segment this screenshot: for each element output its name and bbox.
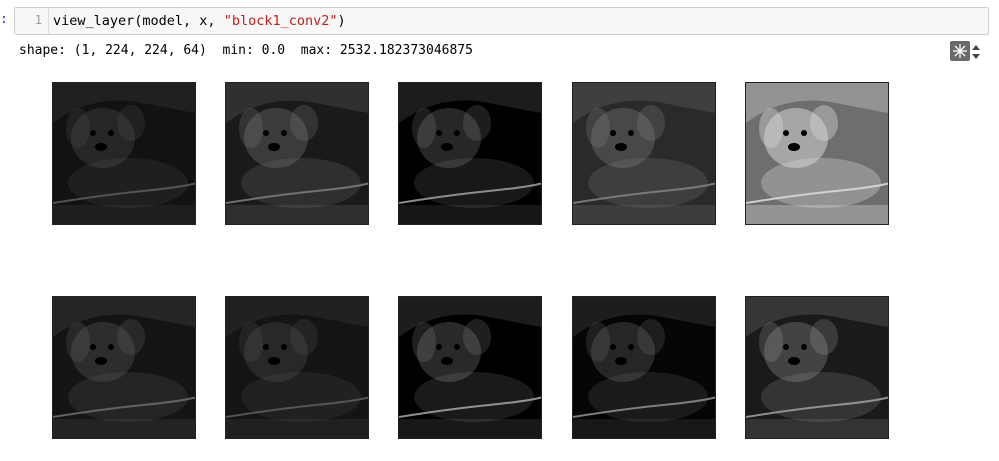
feature-map-image (572, 82, 716, 225)
line-number: 1 (34, 13, 42, 27)
image-expand-button[interactable] (950, 41, 970, 61)
feature-map-image (398, 296, 542, 439)
spinner-arrows-icon (972, 45, 980, 59)
scroll-spinner[interactable] (971, 43, 981, 61)
cell-prompt: : (0, 12, 8, 27)
code-string-literal: "block1_conv2" (223, 13, 338, 29)
feature-map-image (225, 82, 369, 225)
feature-map-image (572, 296, 716, 439)
feature-map-image (225, 296, 369, 439)
output-stats: shape: (1, 224, 224, 64) min: 0.0 max: 2… (19, 43, 473, 58)
code-call: view_layer(model, x, (53, 13, 224, 29)
feature-map-image (52, 296, 196, 439)
line-gutter: 1 (15, 8, 49, 34)
feature-map-image (52, 82, 196, 225)
feature-map-image (398, 82, 542, 225)
code-line[interactable]: view_layer(model, x, "block1_conv2") (53, 13, 346, 29)
feature-map-image (745, 296, 889, 439)
expand-icon (953, 44, 967, 58)
code-cell-input[interactable]: 1 view_layer(model, x, "block1_conv2") (14, 7, 989, 35)
code-close-paren: ) (337, 13, 346, 29)
feature-map-image (745, 82, 889, 225)
